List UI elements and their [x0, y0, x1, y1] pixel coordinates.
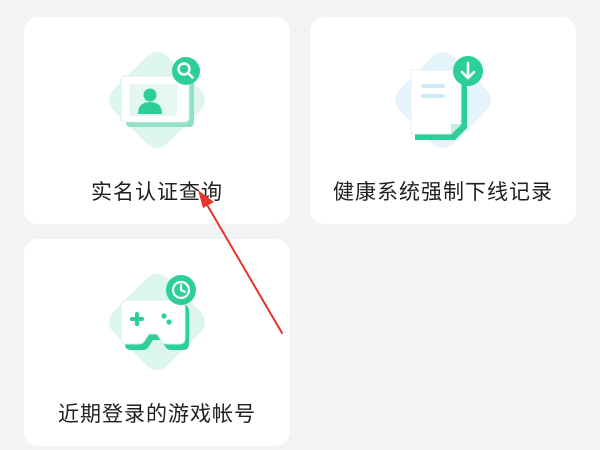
gamepad-clock-icon	[95, 260, 219, 384]
card-forced-logout-record[interactable]: 健康系统强制下线记录	[310, 17, 576, 224]
id-card-search-icon	[95, 38, 219, 162]
card-label: 实名认证查询	[91, 180, 223, 204]
card-real-name-verification[interactable]: 实名认证查询	[24, 17, 290, 224]
card-recent-game-accounts[interactable]: 近期登录的游戏帐号	[24, 239, 290, 446]
card-label: 健康系统强制下线记录	[333, 180, 553, 204]
card-label: 近期登录的游戏帐号	[58, 402, 256, 426]
document-download-icon	[381, 38, 505, 162]
